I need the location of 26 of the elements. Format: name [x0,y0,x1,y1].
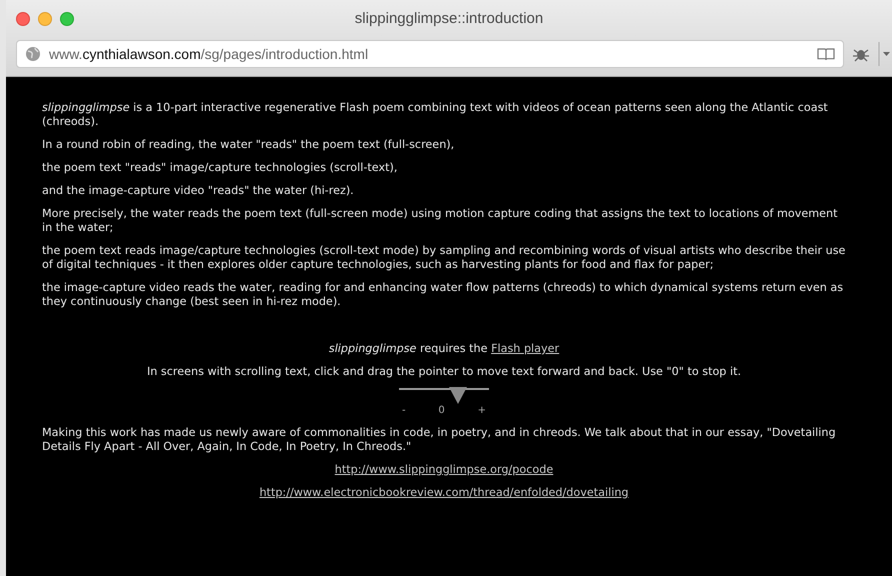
paragraph: In a round robin of reading, the water "reads" the poem text (full-screen), [42,138,456,152]
paragraph: and the image-capture video "reads" the water (hi-rez). [42,184,355,198]
dropdown-caret-icon[interactable] [878,40,892,68]
reader-icon[interactable] [817,48,835,60]
minus-label: - [402,404,406,418]
paragraph: slippingglimpse is a 10-part interactive regenerative Flash poem combining text with videos of ocean patterns seen along the Atlantic coast (chreods). [42,101,829,129]
address-field[interactable]: www.cynthialawson.com/sg/pages/introduction.html [16,40,844,68]
close-button[interactable] [16,12,30,26]
zero-label: 0 [438,404,445,418]
window-title: slippingglimpse::introduction [354,10,544,26]
paragraph: the poem text reads image/capture technologies (scroll-text mode) by sampling and recombining words of visual artists who describe their use of digital techniques - it then explores older capture technologies, such as harvesting plants for food and flax for paper; [42,244,846,272]
requirement-text: slippingglimpse requires the Flash player [328,342,560,356]
slider-thumb[interactable] [448,387,466,404]
essay-link[interactable]: http://www.electronicbookreview.com/thread/enfolded/dovetailing [259,486,629,499]
paragraph: More precisely, the water reads the poem text (full-screen mode) using motion capture coding that assigns the text to locations of movement in the water; [42,207,839,235]
paragraph: the image-capture video reads the water, reading for and enhancing water flow patterns (chreods) to which dynamical systems return even as they continuously change (best seen in hi-rez mode). [42,281,844,309]
plus-label: + [478,404,486,418]
flash-player-link[interactable]: Flash player [491,342,560,355]
url-text: www.cynthialawson.com/sg/pages/introduction.html [49,46,370,62]
paragraph: the poem text "reads" image/capture technologies (scroll-text), [42,161,398,175]
paragraph: Making this work has made us newly aware of commonalities in code, in poetry, and in chreods. We talk about that in our essay, "Dovetailing Details Fly Apart - All Over, Again, In Code, In Poetry, In Chreods." [42,426,837,454]
speed-slider[interactable] [399,388,489,402]
globe-icon [25,46,41,62]
essay-link[interactable]: http://www.slippingglimpse.org/pocode [334,463,554,476]
zoom-button[interactable] [60,12,74,26]
instruction-text: In screens with scrolling text, click and drag the pointer to move text forward and back. Use "0" to stop it. [146,365,742,379]
